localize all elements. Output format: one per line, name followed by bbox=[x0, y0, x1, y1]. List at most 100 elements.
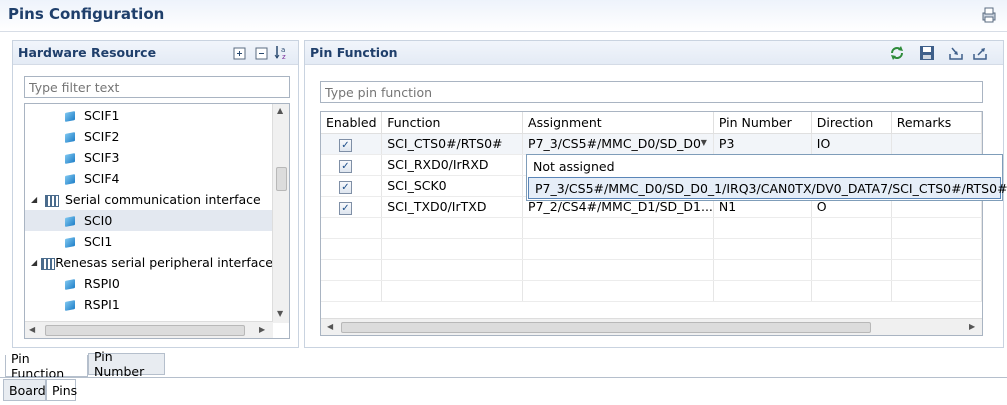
import-button[interactable] bbox=[948, 45, 964, 61]
enabled-checkbox[interactable]: ✓ bbox=[339, 201, 352, 215]
enabled-cell[interactable]: ✓ bbox=[321, 175, 383, 197]
table-row[interactable] bbox=[321, 217, 982, 239]
table-horizontal-scrollbar[interactable]: ◀ ▶ bbox=[321, 318, 982, 335]
enabled-cell[interactable]: ✓ bbox=[321, 154, 383, 176]
table-row[interactable] bbox=[321, 280, 982, 302]
table-row[interactable] bbox=[321, 259, 982, 281]
component-cube-icon bbox=[64, 299, 76, 311]
export-button[interactable] bbox=[972, 45, 988, 61]
tree-item-label: SCIF3 bbox=[84, 150, 120, 165]
pin-cell[interactable]: P3 bbox=[713, 133, 812, 155]
export-report-button[interactable] bbox=[980, 6, 998, 24]
function-cell[interactable]: SCI_SCK0 bbox=[381, 175, 524, 197]
column-header[interactable]: Remarks bbox=[891, 112, 982, 134]
empty-cell bbox=[713, 238, 812, 260]
direction-cell[interactable]: IO bbox=[811, 133, 892, 155]
empty-cell bbox=[381, 238, 524, 260]
component-cube-icon bbox=[64, 215, 76, 227]
pin-function-header: Pin Function bbox=[305, 41, 1003, 65]
empty-cell bbox=[713, 217, 812, 239]
svg-text:z: z bbox=[282, 53, 286, 61]
combo-arrow-icon[interactable]: ▼ bbox=[701, 138, 707, 147]
empty-cell bbox=[321, 238, 383, 260]
dropdown-option-p7-3[interactable]: P7_3/CS5#/MMC_D0/SD_D0_1/IRQ3/CAN0TX/DV0… bbox=[528, 177, 1007, 199]
divider bbox=[0, 377, 1007, 378]
function-cell[interactable]: SCI_CTS0#/RTS0# bbox=[381, 133, 524, 155]
sort-az-icon: az bbox=[274, 45, 286, 61]
tree-item[interactable]: ◢ Renesas serial peripheral interface bbox=[25, 252, 273, 273]
component-cube-icon bbox=[64, 173, 76, 185]
hardware-tree: SCIF1 SCIF2 SCIF3 SCIF4 ◢ Serial communicatio… bbox=[24, 103, 290, 339]
enabled-cell[interactable]: ✓ bbox=[321, 196, 383, 218]
tree-item[interactable]: SCIF3 bbox=[25, 147, 273, 168]
enabled-checkbox[interactable]: ✓ bbox=[339, 159, 352, 173]
column-header[interactable]: Assignment bbox=[522, 112, 714, 134]
empty-cell bbox=[811, 217, 892, 239]
column-header[interactable]: Pin Number bbox=[713, 112, 812, 134]
component-cube-icon bbox=[64, 110, 76, 122]
empty-cell bbox=[381, 259, 524, 281]
table-row[interactable] bbox=[321, 238, 982, 260]
empty-cell bbox=[713, 280, 812, 302]
empty-cell bbox=[811, 280, 892, 302]
remarks-cell[interactable] bbox=[891, 133, 982, 155]
column-header[interactable]: Enabled bbox=[321, 112, 383, 134]
empty-cell bbox=[321, 217, 383, 239]
save-icon bbox=[920, 46, 934, 60]
tree-item[interactable]: SCIF2 bbox=[25, 126, 273, 147]
empty-cell bbox=[522, 259, 714, 281]
assignment-dropdown-list: Not assigned P7_3/CS5#/MMC_D0/SD_D0_1/IR… bbox=[526, 154, 1007, 201]
tree-item-label: Serial communication interface bbox=[65, 192, 261, 207]
refresh-button[interactable] bbox=[889, 45, 905, 61]
component-cube-icon bbox=[64, 131, 76, 143]
tree-horizontal-scrollbar[interactable]: ◀ ▶ bbox=[25, 321, 273, 338]
column-header[interactable]: Function bbox=[381, 112, 524, 134]
enabled-cell[interactable]: ✓ bbox=[321, 133, 383, 155]
collapse-all-button[interactable] bbox=[253, 45, 269, 61]
component-cube-icon bbox=[64, 152, 76, 164]
empty-cell bbox=[713, 259, 812, 281]
peripheral-group-icon bbox=[41, 257, 56, 270]
pin-function-filter-input[interactable] bbox=[320, 81, 983, 103]
dropdown-option-not-assigned[interactable]: Not assigned bbox=[527, 155, 1002, 177]
hardware-filter-input[interactable] bbox=[24, 76, 290, 98]
empty-cell bbox=[321, 259, 383, 281]
save-button[interactable] bbox=[919, 45, 935, 61]
tree-item[interactable]: RSPI0 bbox=[25, 273, 273, 294]
assignment-cell[interactable]: P7_3/CS5#/MMC_D0/SD_D0 ▼ bbox=[522, 133, 714, 155]
empty-cell bbox=[381, 280, 524, 302]
collapse-arrow-icon[interactable]: ◢ bbox=[31, 195, 41, 204]
empty-cell bbox=[321, 280, 383, 302]
tab-board[interactable]: Board bbox=[3, 379, 46, 401]
tab-pin-number[interactable]: Pin Number bbox=[88, 349, 165, 379]
sort-button[interactable]: az bbox=[274, 44, 290, 61]
tree-item[interactable]: SCIF4 bbox=[25, 168, 273, 189]
tree-item[interactable]: SCIF1 bbox=[25, 105, 273, 126]
tab-pin-function[interactable]: Pin Function bbox=[5, 351, 88, 381]
tree-vertical-scrollbar[interactable]: ▲ ▼ bbox=[272, 104, 289, 323]
tree-item-label: RSPI0 bbox=[84, 276, 120, 291]
tree-item[interactable]: SCI0 bbox=[25, 210, 273, 231]
tree-item[interactable]: SCI1 bbox=[25, 231, 273, 252]
pin-function-table: Enabled Function Assignment Pin Number Direc… bbox=[320, 111, 983, 336]
hardware-resource-header: Hardware Resource az bbox=[13, 41, 298, 65]
enabled-checkbox[interactable]: ✓ bbox=[339, 138, 352, 152]
tab-pins[interactable]: Pins bbox=[46, 379, 77, 401]
title-bar: Pins Configuration bbox=[0, 0, 1007, 32]
column-header[interactable]: Direction bbox=[811, 112, 892, 134]
function-cell[interactable]: SCI_TXD0/IrTXD bbox=[381, 196, 524, 218]
assignment-combo-value[interactable]: P7_3/CS5#/MMC_D0/SD_D0 bbox=[528, 136, 701, 151]
enabled-checkbox[interactable]: ✓ bbox=[339, 180, 352, 194]
tree-item-label: SCI1 bbox=[84, 234, 113, 249]
tree-item[interactable]: ◢ Serial communication interface bbox=[25, 189, 273, 210]
empty-cell bbox=[381, 217, 524, 239]
expand-all-button[interactable] bbox=[231, 45, 247, 61]
tree-item[interactable]: RSPI1 bbox=[25, 294, 273, 315]
function-cell[interactable]: SCI_RXD0/IrRXD bbox=[381, 154, 524, 176]
table-row[interactable]: ✓ SCI_CTS0#/RTS0# P7_3/CS5#/MMC_D0/SD_D0 ▼ P… bbox=[321, 133, 982, 155]
empty-cell bbox=[891, 217, 982, 239]
tree-item-label: SCI0 bbox=[84, 213, 113, 228]
empty-cell bbox=[811, 238, 892, 260]
collapse-arrow-icon[interactable]: ◢ bbox=[31, 258, 37, 267]
pin-function-title: Pin Function bbox=[310, 45, 398, 60]
